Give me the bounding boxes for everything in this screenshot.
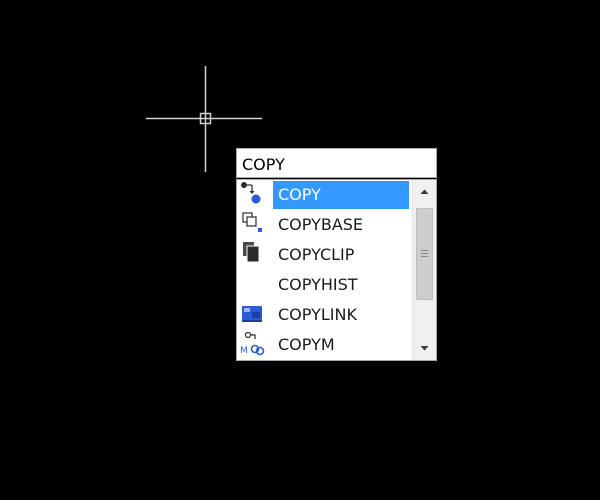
copylink-icon <box>239 300 267 330</box>
autocomplete-item-label: COPYLINK <box>278 305 357 324</box>
autocomplete-item-copy[interactable]: COPY <box>237 180 411 210</box>
autocomplete-list: COPY COPYBASE COPYCLIP COPYHIST COPYLINK… <box>237 180 411 360</box>
autocomplete-item-label: COPYBASE <box>278 215 364 234</box>
command-line-box <box>236 148 437 178</box>
arrow-down-icon <box>420 346 429 351</box>
copyclip-icon <box>239 240 267 270</box>
autocomplete-item-copybase[interactable]: COPYBASE <box>237 210 411 240</box>
autocomplete-item-copym[interactable]: M COPYM <box>237 330 411 360</box>
scroll-thumb[interactable] <box>416 208 433 300</box>
copyhist-icon <box>239 270 267 300</box>
drawing-canvas[interactable]: COPY COPYBASE <box>0 0 600 500</box>
autocomplete-item-label: COPY <box>273 181 409 209</box>
autocomplete-item-label: COPYM <box>278 335 335 354</box>
svg-text:M: M <box>240 346 248 356</box>
autocomplete-dropdown: COPY COPYBASE COPYCLIP COPYHIST COPYLINK… <box>236 179 437 361</box>
arrow-up-icon <box>420 189 429 194</box>
autocomplete-item-copylink[interactable]: COPYLINK <box>237 300 411 330</box>
scroll-down-button[interactable] <box>413 336 436 360</box>
autocomplete-item-copyclip[interactable]: COPYCLIP <box>237 240 411 270</box>
autocomplete-item-copyhist[interactable]: COPYHIST <box>237 270 411 300</box>
grip-line <box>421 250 428 251</box>
dropdown-scrollbar[interactable] <box>412 180 436 360</box>
scroll-up-button[interactable] <box>413 180 436 204</box>
copym-icon: M <box>239 330 267 360</box>
autocomplete-item-label: COPYCLIP <box>278 245 355 264</box>
command-input[interactable] <box>237 149 436 177</box>
grip-line <box>421 256 428 257</box>
copybase-icon <box>239 210 267 240</box>
copy-icon <box>239 180 267 210</box>
autocomplete-item-label: COPYHIST <box>278 275 358 294</box>
grip-line <box>421 253 428 254</box>
